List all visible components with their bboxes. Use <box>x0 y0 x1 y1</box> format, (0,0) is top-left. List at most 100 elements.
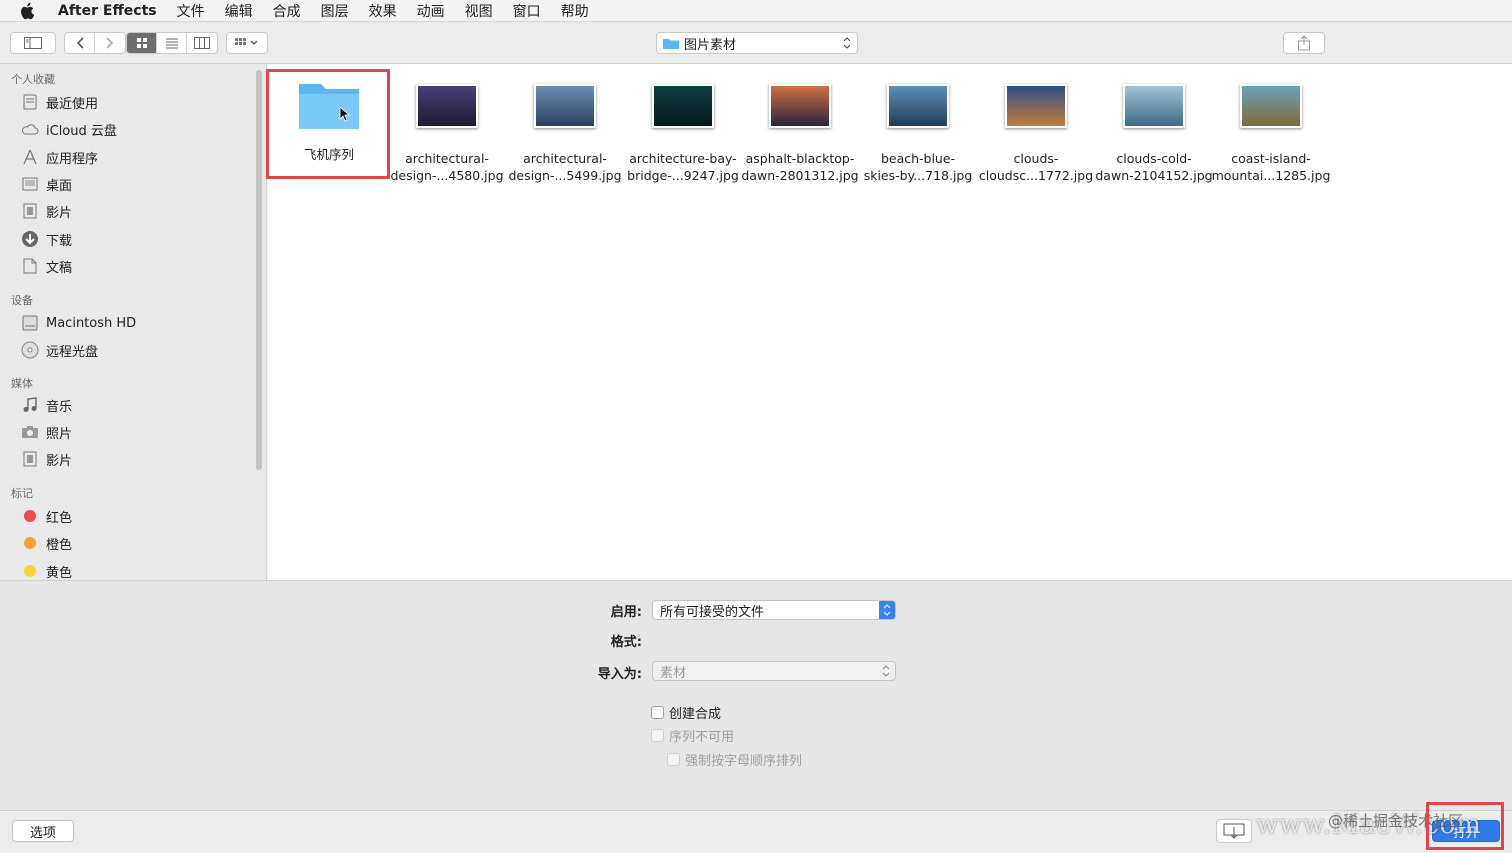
sidebar-item-label: 照片 <box>46 426 73 442</box>
checkbox-box <box>651 706 664 719</box>
column-view-icon <box>194 37 210 49</box>
enable-label: 启用: <box>610 605 642 620</box>
file-browser: 飞机序列 architectural-design-...4580.jpg ar… <box>268 64 1512 580</box>
documents-icon <box>20 256 40 276</box>
sidebar-item-applications[interactable]: 应用程序 <box>20 146 98 168</box>
file-item[interactable]: architectural-design-...5499.jpg <box>506 78 624 184</box>
sidebar-tag-yellow[interactable]: 黄色 <box>20 560 72 580</box>
location-label: 图片素材 <box>684 37 737 53</box>
icon-view-button[interactable] <box>127 33 157 53</box>
file-item[interactable]: clouds-cold-dawn-2104152.jpg <box>1095 78 1213 184</box>
red-tag-icon <box>24 510 36 522</box>
back-icon <box>76 37 84 49</box>
remote-disc-icon <box>20 340 40 360</box>
image-thumbnail <box>652 84 714 128</box>
file-item[interactable]: coast-island-mountai...1285.jpg <box>1212 78 1330 184</box>
import-as-select[interactable]: 素材 <box>652 661 896 681</box>
sidebar-item-label: 桌面 <box>46 178 73 194</box>
sidebar-scrollbar[interactable] <box>256 70 262 470</box>
menu-edit[interactable]: 编辑 <box>225 1 253 21</box>
sidebar-tag-orange[interactable]: 橙色 <box>20 532 72 554</box>
sidebar-tag-red[interactable]: 红色 <box>20 505 72 527</box>
apple-menu-icon[interactable] <box>20 2 44 20</box>
nav-buttons <box>64 32 126 54</box>
menu-help[interactable]: 帮助 <box>561 1 589 21</box>
checkbox-label: 序列不可用 <box>669 730 735 745</box>
arrange-icon <box>235 38 258 45</box>
options-button[interactable]: 选项 <box>12 820 74 842</box>
sidebar-item-media-movies[interactable]: 影片 <box>20 448 72 470</box>
file-name: clouds-cold-dawn-2104152.jpg <box>1095 151 1213 183</box>
sidebar-item-label: 最近使用 <box>46 96 99 112</box>
checkbox-label: 强制按字母顺序排列 <box>685 754 803 769</box>
file-name: architectural-design-...4580.jpg <box>390 151 504 183</box>
image-thumbnail <box>1123 84 1185 128</box>
image-thumbnail <box>1005 84 1067 128</box>
location-popup[interactable]: 图片素材 <box>656 32 858 54</box>
checkbox-box <box>667 753 680 766</box>
sidebar-item-label: iCloud 云盘 <box>46 123 117 139</box>
share-button[interactable] <box>1283 32 1325 54</box>
sidebar-item-label: 下载 <box>46 233 73 249</box>
import-as-label: 导入为: <box>597 667 642 682</box>
sidebar-item-music[interactable]: 音乐 <box>20 394 72 416</box>
icon-view-icon <box>136 38 147 48</box>
sidebar-item-desktop[interactable]: 桌面 <box>20 173 72 195</box>
open-button-highlight <box>1426 802 1504 850</box>
file-item[interactable]: asphalt-blacktop-dawn-2801312.jpg <box>741 78 859 184</box>
sidebar-item-label: 影片 <box>46 453 73 469</box>
menu-composition[interactable]: 合成 <box>273 1 301 21</box>
file-name: architecture-bay-bridge-...9247.jpg <box>627 151 739 183</box>
sidebar-item-downloads[interactable]: 下载 <box>20 228 72 250</box>
new-folder-button[interactable] <box>1216 819 1252 843</box>
sidebar-item-macintosh-hd[interactable]: Macintosh HD <box>20 312 136 334</box>
menu-layer[interactable]: 图层 <box>321 1 349 21</box>
sequence-unavailable-checkbox[interactable]: 序列不可用 <box>651 726 734 745</box>
finder-sidebar: 个人收藏 最近使用 iCloud 云盘 应用程序 桌面 影片 下载 文稿 设备 … <box>0 64 267 580</box>
file-item[interactable]: clouds-cloudsc...1772.jpg <box>977 78 1095 184</box>
sidebar-item-documents[interactable]: 文稿 <box>20 255 72 277</box>
applications-icon <box>20 147 40 167</box>
menu-animation[interactable]: 动画 <box>417 1 445 21</box>
menu-bar: After Effects 文件 编辑 合成 图层 效果 动画 视图 窗口 帮助 <box>0 0 1512 22</box>
format-label: 格式: <box>610 635 642 650</box>
checkbox-label: 创建合成 <box>669 707 722 722</box>
image-thumbnail <box>416 84 478 128</box>
import-as-value: 素材 <box>660 665 687 681</box>
sidebar-item-movies[interactable]: 影片 <box>20 200 72 222</box>
image-thumbnail <box>1240 84 1302 128</box>
menu-effect[interactable]: 效果 <box>369 1 397 21</box>
desktop-icon <box>20 174 40 194</box>
sidebar-item-label: 黄色 <box>46 565 73 581</box>
sidebar-item-photos[interactable]: 照片 <box>20 421 72 443</box>
sidebar-item-remote-disc[interactable]: 远程光盘 <box>20 339 98 361</box>
enable-select[interactable]: 所有可接受的文件 <box>652 600 896 620</box>
arrange-button[interactable] <box>226 32 268 54</box>
list-view-button[interactable] <box>157 33 187 53</box>
folder-icon <box>663 39 679 49</box>
forward-button[interactable] <box>95 33 125 53</box>
sidebar-item-label: 影片 <box>46 205 73 221</box>
sidebar-item-recents[interactable]: 最近使用 <box>20 91 98 113</box>
sidebar-item-icloud[interactable]: iCloud 云盘 <box>20 118 117 140</box>
file-item[interactable]: beach-blue-skies-by...718.jpg <box>859 78 977 184</box>
menu-view[interactable]: 视图 <box>465 1 493 21</box>
back-button[interactable] <box>65 33 95 53</box>
menu-app-name[interactable]: After Effects <box>58 3 157 19</box>
favorites-header: 个人收藏 <box>11 73 55 86</box>
file-item[interactable]: architecture-bay-bridge-...9247.jpg <box>624 78 742 184</box>
recents-icon <box>20 92 40 112</box>
cloud-icon <box>20 119 40 139</box>
menu-file[interactable]: 文件 <box>177 1 205 21</box>
menu-window[interactable]: 窗口 <box>513 1 541 21</box>
file-item[interactable]: architectural-design-...4580.jpg <box>388 78 506 184</box>
sidebar-item-label: 应用程序 <box>46 151 99 167</box>
column-view-button[interactable] <box>187 33 217 53</box>
orange-tag-icon <box>24 537 36 549</box>
movies-icon <box>20 201 40 221</box>
create-composition-checkbox[interactable]: 创建合成 <box>651 703 721 722</box>
sidebar-toggle-button[interactable] <box>10 32 56 54</box>
image-thumbnail <box>769 84 831 128</box>
force-alphabetical-checkbox[interactable]: 强制按字母顺序排列 <box>667 750 802 769</box>
sidebar-item-label: 橙色 <box>46 537 73 553</box>
